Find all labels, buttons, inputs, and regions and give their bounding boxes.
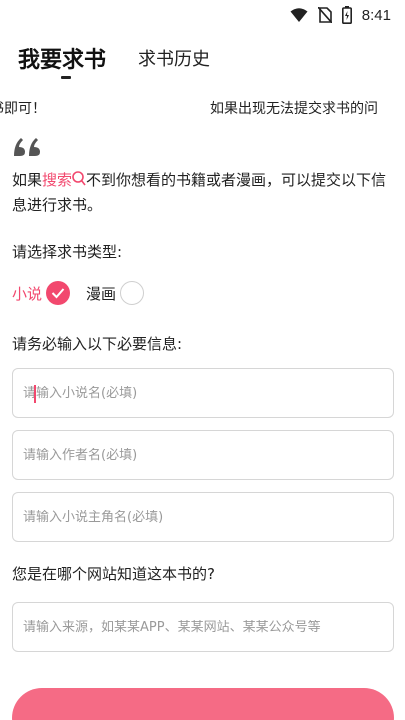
source-section-label: 您是在哪个网站知道这本书的? <box>12 565 215 583</box>
notice-marquee: 书即可！ 如果出现无法提交求书的问 <box>0 96 405 118</box>
source-input[interactable] <box>23 619 383 635</box>
wifi-icon <box>290 8 308 22</box>
author-name-input[interactable] <box>23 447 383 463</box>
radio-comic[interactable]: 漫画 <box>86 281 145 305</box>
tab-request-history[interactable]: 求书历史 <box>138 45 210 71</box>
source-field[interactable] <box>12 602 394 652</box>
checkmark-icon <box>46 281 71 305</box>
status-bar: 8:41 <box>0 0 405 30</box>
novel-name-field[interactable] <box>12 368 394 418</box>
search-link[interactable]: 搜索 <box>42 171 86 189</box>
search-link-label: 搜索 <box>42 171 73 189</box>
author-name-field[interactable] <box>12 430 394 480</box>
radio-novel-label: 小说 <box>12 284 43 303</box>
radio-novel[interactable]: 小说 <box>12 281 71 305</box>
tab-request-book[interactable]: 我要求书 <box>18 42 106 74</box>
radio-comic-label: 漫画 <box>86 284 117 303</box>
notice-text-2: 如果出现无法提交求书的问 <box>210 101 378 117</box>
tab-bar: 我要求书 求书历史 <box>0 38 405 88</box>
type-radio-group: 小说 漫画 <box>12 280 160 306</box>
search-icon <box>72 171 86 186</box>
no-sim-icon <box>317 7 332 23</box>
status-icons: 8:41 <box>290 6 391 24</box>
info-section-label: 请务必输入以下必要信息: <box>12 335 183 353</box>
novel-name-input[interactable] <box>23 385 383 401</box>
notice-text-1: 书即可！ <box>0 101 46 117</box>
protagonist-name-field[interactable] <box>12 492 394 542</box>
status-time: 8:41 <box>361 6 391 24</box>
intro-text: 如果搜索 不到你想看的书籍或者漫画，可以提交以下信息进行求书。 <box>12 168 397 218</box>
intro-prefix: 如果 <box>12 171 43 189</box>
quote-icon <box>14 138 40 156</box>
protagonist-name-input[interactable] <box>23 509 383 525</box>
text-caret <box>34 385 36 403</box>
type-section-label: 请选择求书类型: <box>12 243 123 261</box>
submit-button[interactable]: 提交 <box>12 688 394 720</box>
radio-unchecked-icon <box>120 281 145 305</box>
tab-indicator <box>61 76 71 79</box>
battery-icon <box>341 6 352 24</box>
